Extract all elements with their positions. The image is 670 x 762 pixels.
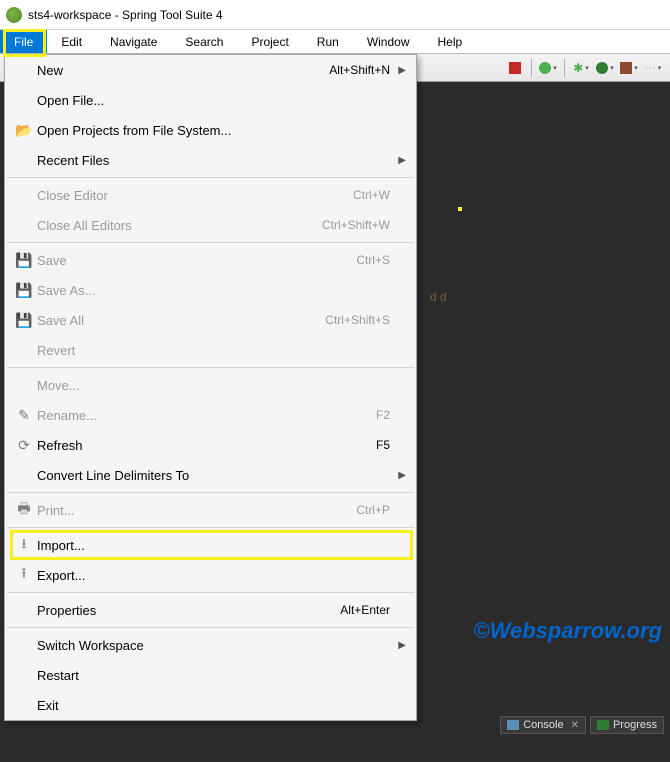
menuitem-recent-files[interactable]: Recent Files▶ (5, 145, 416, 175)
menu-navigate[interactable]: Navigate (96, 30, 171, 53)
watermark: ©Websparrow.org (473, 618, 662, 644)
menuitem-label: Refresh (37, 438, 376, 453)
menuitem-revert: Revert (5, 335, 416, 365)
console-view-tab[interactable]: Console ✕ (500, 716, 586, 734)
menuitem-properties[interactable]: PropertiesAlt+Enter (5, 595, 416, 625)
file-menu-dropdown: NewAlt+Shift+N▶Open File...📂Open Project… (4, 54, 417, 721)
menuitem-move: Move... (5, 370, 416, 400)
menuitem-label: Open File... (37, 93, 390, 108)
menuitem-label: New (37, 63, 329, 78)
menu-run[interactable]: Run (303, 30, 353, 53)
menuitem-switch-workspace[interactable]: Switch Workspace▶ (5, 630, 416, 660)
menu-window[interactable]: Window (353, 30, 424, 53)
menuitem-open-projects-from-file-system[interactable]: 📂Open Projects from File System... (5, 115, 416, 145)
toolbar-stop-button[interactable] (504, 57, 526, 79)
import-icon: ⭳ (11, 533, 37, 557)
menubar: File Edit Navigate Search Project Run Wi… (0, 30, 670, 54)
menuitem-save: 💾SaveCtrl+S (5, 245, 416, 275)
menuitem-open-file[interactable]: Open File... (5, 85, 416, 115)
menuitem-label: Properties (37, 603, 340, 618)
progress-tab-label: Progress (613, 719, 657, 731)
toolbar-debug-dropdown[interactable]: ✱ (570, 57, 592, 79)
menuitem-convert-line-delimiters-to[interactable]: Convert Line Delimiters To▶ (5, 460, 416, 490)
menuitem-label: Move... (37, 378, 390, 393)
menuitem-label: Import... (37, 538, 390, 553)
menuitem-exit[interactable]: Exit (5, 690, 416, 720)
menuitem-label: Restart (37, 668, 390, 683)
submenu-arrow-icon: ▶ (390, 155, 406, 166)
menuitem-accelerator: Ctrl+Shift+S (325, 313, 390, 327)
toolbar-run-dropdown-2[interactable] (594, 57, 616, 79)
export-icon: ⭱ (11, 563, 37, 587)
menu-file[interactable]: File (0, 30, 47, 53)
menu-project[interactable]: Project (237, 30, 302, 53)
progress-view-tab[interactable]: Progress (590, 716, 664, 734)
print-icon: 🖶 (11, 498, 37, 522)
titlebar: sts4-workspace - Spring Tool Suite 4 (0, 0, 670, 30)
menuitem-accelerator: Ctrl+Shift+W (322, 218, 390, 232)
toolbar-ext-dropdown[interactable] (618, 57, 640, 79)
progress-icon (597, 720, 609, 730)
menuitem-label: Exit (37, 698, 390, 713)
bottom-views: Console ✕ Progress (500, 716, 664, 734)
menuitem-close-all-editors: Close All EditorsCtrl+Shift+W (5, 210, 416, 240)
pencil-icon: ✎ (11, 407, 37, 424)
menuitem-label: Print... (37, 503, 356, 518)
editor-hint-text: d d (430, 290, 447, 304)
menuitem-label: Revert (37, 343, 390, 358)
menuitem-close-editor: Close EditorCtrl+W (5, 180, 416, 210)
menu-edit[interactable]: Edit (47, 30, 96, 53)
submenu-arrow-icon: ▶ (390, 640, 406, 651)
submenu-arrow-icon: ▶ (390, 65, 406, 76)
menuitem-label: Switch Workspace (37, 638, 390, 653)
menuitem-accelerator: Ctrl+W (353, 188, 390, 202)
console-icon (507, 720, 519, 730)
menuitem-accelerator: Ctrl+P (356, 503, 390, 517)
disk-icon: 💾 (11, 282, 37, 299)
menuitem-label: Close All Editors (37, 218, 322, 233)
refresh-icon: ⟳ (11, 437, 37, 454)
toolbar-more-dropdown[interactable]: ⋯ (642, 57, 664, 79)
window-title: sts4-workspace - Spring Tool Suite 4 (28, 8, 223, 22)
menuitem-accelerator: Ctrl+S (356, 253, 390, 267)
menuitem-import[interactable]: ⭳Import... (5, 530, 416, 560)
toolbar-run-dropdown[interactable] (537, 57, 559, 79)
menuitem-label: Recent Files (37, 153, 390, 168)
submenu-arrow-icon: ▶ (390, 470, 406, 481)
menuitem-accelerator: F5 (376, 438, 390, 452)
menuitem-save-all: 💾Save AllCtrl+Shift+S (5, 305, 416, 335)
menuitem-rename: ✎Rename...F2 (5, 400, 416, 430)
menuitem-new[interactable]: NewAlt+Shift+N▶ (5, 55, 416, 85)
menuitem-label: Convert Line Delimiters To (37, 468, 390, 483)
menuitem-label: Save As... (37, 283, 390, 298)
menuitem-label: Save (37, 253, 356, 268)
console-tab-label: Console (523, 719, 563, 731)
app-icon (6, 7, 22, 23)
menuitem-accelerator: Alt+Shift+N (329, 63, 390, 77)
menuitem-export[interactable]: ⭱Export... (5, 560, 416, 590)
menuitem-accelerator: F2 (376, 408, 390, 422)
menuitem-save-as: 💾Save As... (5, 275, 416, 305)
disk-icon: 💾 (11, 312, 37, 329)
folder-icon: 📂 (11, 122, 37, 139)
menuitem-label: Rename... (37, 408, 376, 423)
caret-indicator (458, 207, 462, 211)
menuitem-label: Save All (37, 313, 325, 328)
menuitem-label: Export... (37, 568, 390, 583)
menuitem-refresh[interactable]: ⟳RefreshF5 (5, 430, 416, 460)
menuitem-restart[interactable]: Restart (5, 660, 416, 690)
menuitem-print: 🖶Print...Ctrl+P (5, 495, 416, 525)
menuitem-accelerator: Alt+Enter (340, 603, 390, 617)
menuitem-label: Close Editor (37, 188, 353, 203)
menu-help[interactable]: Help (424, 30, 477, 53)
menu-search[interactable]: Search (171, 30, 237, 53)
disk-icon: 💾 (11, 252, 37, 269)
close-icon[interactable]: ✕ (571, 720, 579, 731)
menuitem-label: Open Projects from File System... (37, 123, 390, 138)
